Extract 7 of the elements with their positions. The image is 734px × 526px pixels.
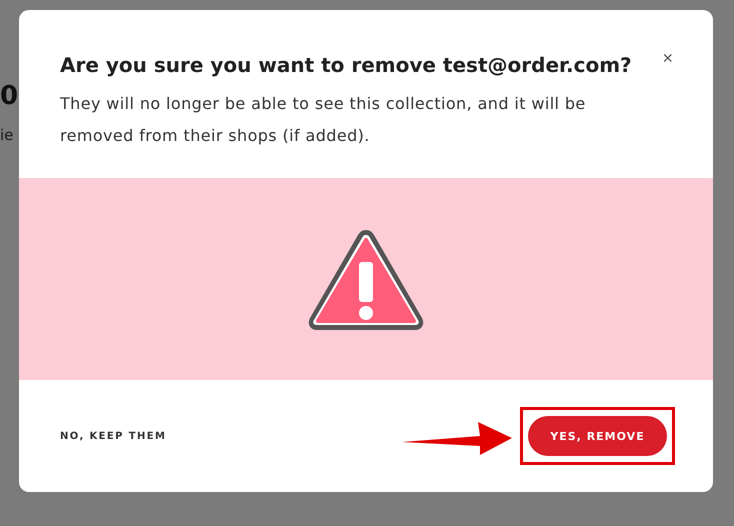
confirm-button[interactable]: YES, REMOVE (528, 416, 667, 456)
dialog-message: They will no longer be able to see this collection, and it will be removed from their shops (if added). (60, 93, 587, 147)
close-button[interactable]: × (662, 48, 673, 68)
page-heading: 0 (0, 80, 19, 112)
page-text: ie (0, 126, 14, 144)
dialog-title: Are you sure you want to remove test@order.com? (60, 52, 633, 79)
cancel-button[interactable]: NO, KEEP THEM (60, 430, 166, 442)
